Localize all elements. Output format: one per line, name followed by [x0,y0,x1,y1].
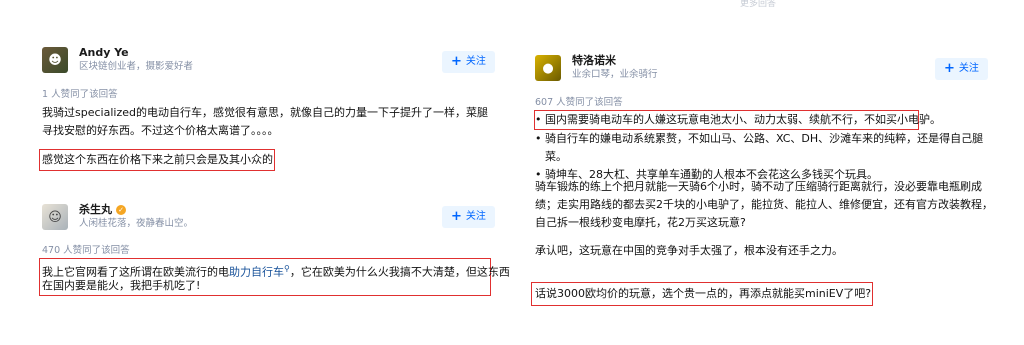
author-name[interactable]: Andy Ye [79,46,193,60]
verified-badge-icon: ✓ [116,205,126,215]
plus-icon: + [944,61,955,76]
follow-label: 关注 [958,63,979,74]
follow-label: 关注 [465,56,486,67]
highlight-line2: 在国内要是能火，我把手机吃了! [42,279,201,292]
highlight-text: 话说3000欧均价的玩意，选个贵一点的，再添点就能买miniEV了吧? [535,287,872,300]
bullet-item: 国内需要骑电动车的人嫌这玩意电池太小、动力太弱、续航不行，不如买小电驴。 [535,111,941,129]
avatar-character-icon: ☺ [48,209,62,225]
answer-paragraph: 承认吧，这玩意在中国的竞争对手太强了，根本没有还手之力。 [535,244,843,257]
answer1-author: ☻ Andy Ye 区块链创业者，摄影爱好者 [42,46,193,74]
avatar[interactable]: ● [535,55,561,81]
upvote-count: 470 人赞同了该回答 [42,245,130,256]
author-name-row: 杀生丸 ✓ [79,203,193,217]
answer2-author: ☺ 杀生丸 ✓ 人闲桂花落，夜静春山空。 [42,203,193,231]
plus-icon: + [451,209,462,224]
avatar-photo-icon: ☻ [48,52,62,68]
author-name[interactable]: 特洛诺米 [572,54,658,68]
bullet-item: 骑自行车的嫌电动系统累赘，不如山马、公路、XC、DH、沙滩车来的纯粹，还是得自己… [535,130,995,166]
answer-text: 我骑过specialized的电动自行车，感觉很有意思，就像自己的力量一下子提升… [42,106,488,137]
highlight-text: 国内需要骑电动车的人嫌这玩意电池太小、动力太弱、续航不行，不如买小电驴。 [535,111,941,129]
avatar[interactable]: ☺ [42,204,68,230]
author-bio: 业余口琴，业余骑行 [572,69,658,80]
plus-icon: + [451,54,462,69]
author-bio: 人闲桂花落，夜静春山空。 [79,218,194,229]
follow-button[interactable]: + 关注 [442,206,495,228]
follow-button[interactable]: + 关注 [935,58,988,80]
right-answer-panel: 更多回答 ● 特洛诺米 业余口琴，业余骑行 + 关注 607 人赞同了该回答 国… [525,0,995,345]
highlight-text: ，它在欧美为什么火我搞不大清楚，但这东西 [289,265,510,279]
follow-label: 关注 [465,211,486,222]
follow-button[interactable]: + 关注 [442,51,495,73]
upvote-count: 607 人赞同了该回答 [535,97,623,108]
avatar[interactable]: ☻ [42,47,68,73]
author-name[interactable]: 杀生丸 [79,203,112,217]
keyword-link[interactable]: 助力自行车 [229,266,284,279]
avatar-photo-icon: ● [542,60,554,76]
highlight-text: 感觉这个东西在价格下来之前只会是及其小众的 [42,153,273,166]
bullet-list: 骑自行车的嫌电动系统累赘，不如山马、公路、XC、DH、沙滩车来的纯粹，还是得自己… [535,130,995,184]
faded-header: 更多回答 [740,0,777,9]
upvote-count: 1 人赞同了该回答 [42,89,118,100]
answer-paragraph: 骑车锻炼的练上个把月就能一天骑6个小时，骑不动了压缩骑行距离就行，没必要靠电瓶刷… [535,180,993,229]
author-bio: 区块链创业者，摄影爱好者 [79,61,194,72]
answer-author: ● 特洛诺米 业余口琴，业余骑行 [535,54,658,82]
left-answer-panel: ☻ Andy Ye 区块链创业者，摄影爱好者 + 关注 1 人赞同了该回答 我骑… [30,0,510,345]
